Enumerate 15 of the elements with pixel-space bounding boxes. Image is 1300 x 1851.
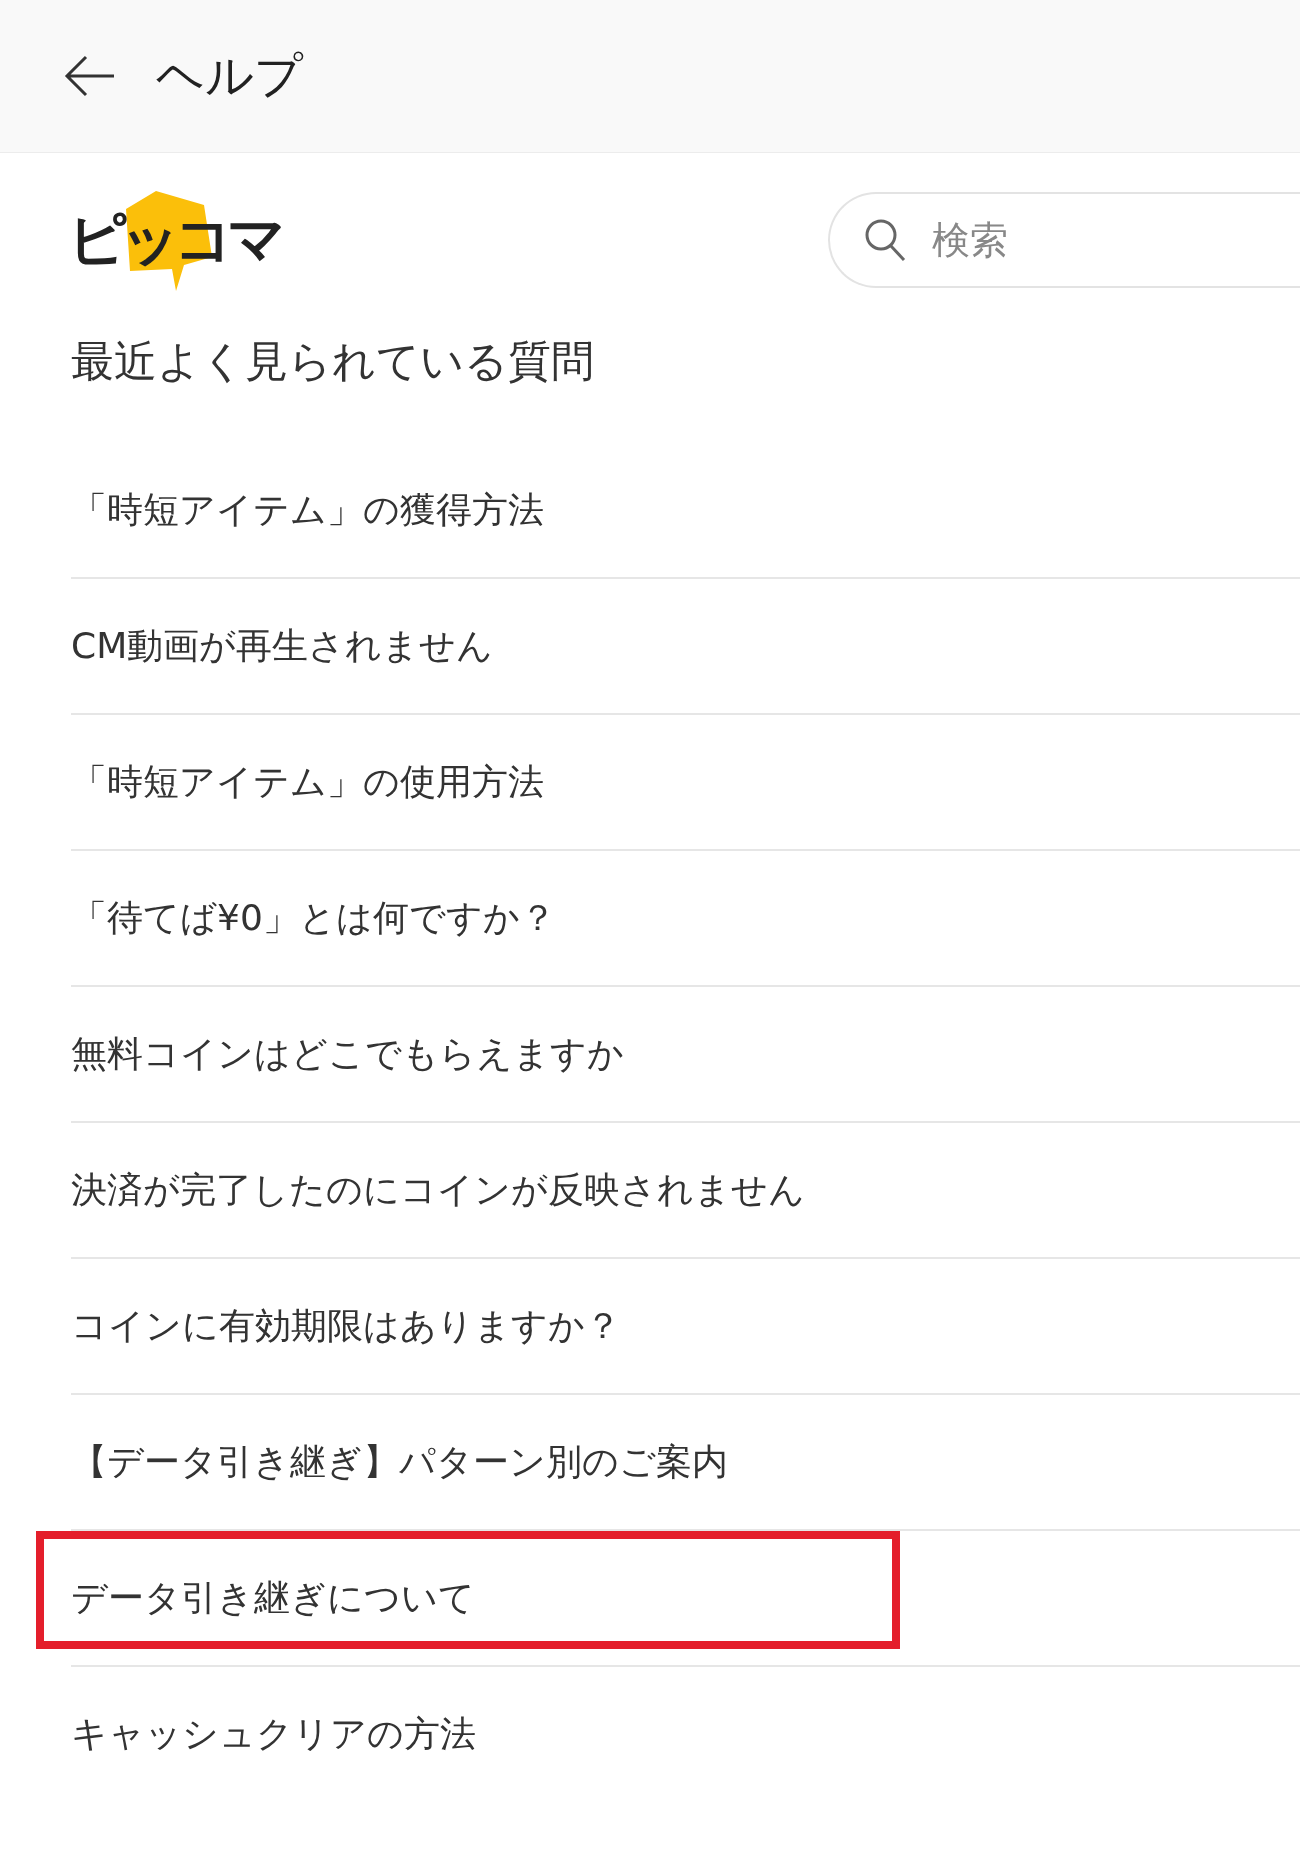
search-icon (864, 218, 906, 262)
question-link[interactable]: 「待てば¥0」とは何ですか？ (71, 893, 556, 943)
question-link[interactable]: 「時短アイテム」の使用方法 (71, 757, 544, 807)
search-field[interactable]: 検索 (828, 192, 1300, 288)
question-link[interactable]: 無料コインはどこでもらえますか (71, 1029, 624, 1079)
question-link[interactable]: データ引き継ぎについて (71, 1573, 475, 1623)
page-title: ヘルプ (156, 46, 303, 105)
question-link[interactable]: 「時短アイテム」の獲得方法 (71, 485, 544, 535)
question-link[interactable]: CM動画が再生されません (71, 621, 494, 671)
question-link[interactable]: キャッシュクリアの方法 (71, 1709, 476, 1759)
back-arrow-icon (64, 54, 116, 98)
section-heading: 最近よく見られている質問 (71, 335, 595, 388)
question-link[interactable]: 決済が完了したのにコインが反映されません (71, 1165, 805, 1215)
question-link[interactable]: コインに有効期限はありますか？ (71, 1301, 621, 1351)
question-link[interactable]: 【データ引き継ぎ】パターン別のご案内 (71, 1437, 728, 1487)
